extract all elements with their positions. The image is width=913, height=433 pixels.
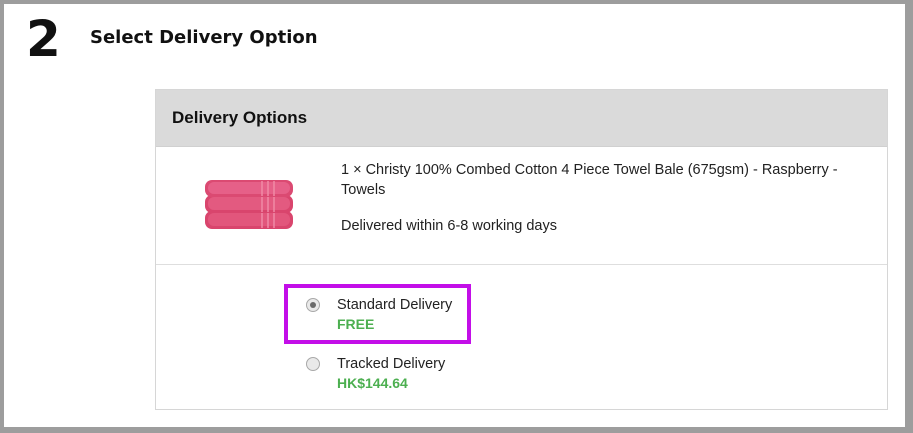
standard-delivery-option[interactable]: Standard Delivery FREE: [306, 295, 452, 333]
option-label: Tracked Delivery: [337, 356, 446, 372]
tracked-delivery-text: Tracked Delivery HK$144.64: [337, 354, 445, 392]
product-row: 1 × Christy 100% Combed Cotton 4 Piece T…: [156, 147, 887, 265]
step-number: 2: [26, 10, 61, 68]
standard-delivery-radio[interactable]: [306, 298, 320, 312]
option-price: FREE: [337, 316, 375, 332]
product-description: 1 × Christy 100% Combed Cotton 4 Piece T…: [341, 162, 838, 198]
delivery-options-list: Standard Delivery FREE Tracked Delivery …: [156, 265, 887, 409]
delivery-time: Delivered within 6-8 working days: [341, 218, 557, 234]
tracked-delivery-option[interactable]: Tracked Delivery HK$144.64: [306, 354, 445, 392]
option-label: Standard Delivery: [337, 297, 453, 313]
tracked-delivery-radio[interactable]: [306, 357, 320, 371]
radio-selected-dot: [310, 302, 316, 308]
standard-delivery-text: Standard Delivery FREE: [337, 295, 452, 333]
checkout-frame: 2 Select Delivery Option Delivery Option…: [4, 4, 905, 427]
delivery-options-panel: Delivery Options 1 × Christy 100% Combed…: [155, 89, 888, 410]
option-price: HK$144.64: [337, 375, 408, 391]
towel-product-image: [205, 180, 293, 229]
step-title: Select Delivery Option: [90, 27, 318, 48]
panel-header: Delivery Options: [156, 90, 887, 147]
